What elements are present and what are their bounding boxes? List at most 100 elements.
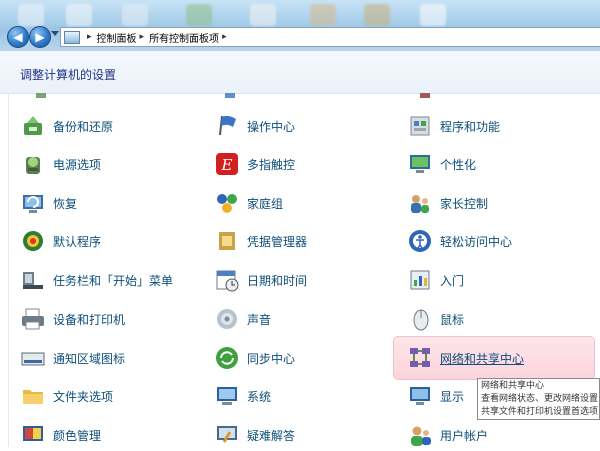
item-power-options[interactable]: 电源选项 (20, 149, 101, 179)
item-ease-of-access[interactable]: 轻松访问中心 (407, 226, 512, 256)
breadcrumb-all-items[interactable]: 所有控制面板项 (149, 30, 219, 45)
homegroup-icon (214, 190, 240, 216)
breadcrumb-separator-icon[interactable]: ▸ (222, 32, 227, 42)
notification-icon (20, 345, 46, 371)
item-sound[interactable]: 声音 (214, 304, 271, 334)
tooltip-title: 网络和共享中心 (481, 381, 545, 391)
item-label: 颜色管理 (53, 428, 102, 443)
item-folder-options[interactable]: 文件夹选项 (20, 381, 113, 411)
speaker-icon (214, 306, 240, 332)
item-notification-area-icons[interactable]: 通知区域图标 (20, 343, 125, 373)
item-label: 凭据管理器 (247, 234, 308, 249)
history-dropdown-icon[interactable] (51, 31, 59, 36)
partial-item-icon (36, 93, 46, 98)
item-backup-restore[interactable]: 备份和还原 (20, 111, 113, 141)
partial-item-icon (420, 93, 430, 98)
item-color-management[interactable]: 颜色管理 (20, 420, 101, 450)
calendar-icon (214, 267, 240, 293)
default-programs-icon (20, 228, 46, 254)
flag-icon (214, 113, 240, 139)
left-divider (8, 93, 9, 447)
item-tooltip: 网络和共享中心 查看网络状态、更改网络设置 共享文件和打印机设置首选项 (477, 378, 600, 420)
item-credential-manager[interactable]: 凭据管理器 (214, 226, 307, 256)
svg-text:E: E (221, 156, 233, 174)
item-label: 系统 (247, 389, 272, 404)
item-parental-controls[interactable]: 家长控制 (407, 188, 488, 218)
credential-icon (214, 228, 240, 254)
sync-icon (214, 345, 240, 371)
item-label: 显示 (440, 389, 465, 404)
item-recovery[interactable]: 恢复 (20, 188, 77, 218)
display-icon (407, 383, 433, 409)
mouse-icon (407, 306, 433, 332)
tooltip-line: 查看网络状态、更改网络设置 (481, 394, 599, 404)
item-label: 疑难解答 (247, 428, 296, 443)
item-label: 家庭组 (247, 196, 284, 211)
forward-arrow-icon: ▶ (35, 30, 45, 44)
network-icon (407, 345, 433, 371)
item-label: 多指触控 (247, 157, 296, 172)
item-label: 鼠标 (440, 312, 465, 327)
item-label: 任务栏和「开始」菜单 (53, 273, 174, 288)
item-label: 恢复 (53, 196, 78, 211)
item-label: 日期和时间 (247, 273, 308, 288)
user-accounts-icon (407, 422, 433, 448)
troubleshoot-icon (214, 422, 240, 448)
back-button[interactable]: ◀ (7, 26, 29, 48)
item-homegroup[interactable]: 家庭组 (214, 188, 283, 218)
item-default-programs[interactable]: 默认程序 (20, 226, 101, 256)
item-mouse[interactable]: 鼠标 (407, 304, 464, 334)
item-label: 操作中心 (247, 119, 296, 134)
item-programs-features[interactable]: 程序和功能 (407, 111, 500, 141)
touch-icon: E (214, 151, 240, 177)
getting-started-icon (407, 267, 433, 293)
item-label: 程序和功能 (440, 119, 501, 134)
folder-icon (20, 383, 46, 409)
tooltip-line: 共享文件和打印机设置首选项 (481, 407, 599, 417)
breadcrumb-separator-icon[interactable]: ▸ (140, 32, 145, 42)
item-label: 通知区域图标 (53, 351, 126, 366)
system-icon (214, 383, 240, 409)
item-label: 电源选项 (53, 157, 102, 172)
color-icon (20, 422, 46, 448)
item-action-center[interactable]: 操作中心 (214, 111, 295, 141)
item-label: 设备和打印机 (53, 312, 126, 327)
content-header: 调整计算机的设置 (0, 51, 600, 94)
back-arrow-icon: ◀ (13, 30, 23, 44)
parental-icon (407, 190, 433, 216)
item-personalization[interactable]: 个性化 (407, 149, 476, 179)
item-label: 轻松访问中心 (440, 234, 513, 249)
item-user-accounts[interactable]: 用户帐户 (407, 420, 488, 450)
window-titlebar: ◀ ▶ ▸ 控制面板 ▸ 所有控制面板项 ▸ (0, 0, 600, 51)
control-panel-icon (64, 30, 80, 44)
power-icon (20, 151, 46, 177)
breadcrumb-control-panel[interactable]: 控制面板 (97, 30, 137, 45)
item-label: 家长控制 (440, 196, 489, 211)
taskbar-icon (20, 267, 46, 293)
item-taskbar-start[interactable]: 任务栏和「开始」菜单 (20, 265, 173, 295)
item-network-sharing-center[interactable]: 网络和共享中心 (407, 343, 524, 373)
backup-icon (20, 113, 46, 139)
item-getting-started[interactable]: 入门 (407, 265, 464, 295)
ease-of-access-icon (407, 228, 433, 254)
item-display[interactable]: 显示 (407, 381, 464, 411)
item-devices-printers[interactable]: 设备和打印机 (20, 304, 125, 334)
printer-icon (20, 306, 46, 332)
page-title: 调整计算机的设置 (20, 68, 117, 82)
item-troubleshooting[interactable]: 疑难解答 (214, 420, 295, 450)
programs-icon (407, 113, 433, 139)
partial-item-icon (225, 93, 235, 98)
item-label: 声音 (247, 312, 272, 327)
item-label: 个性化 (440, 157, 477, 172)
item-sync-center[interactable]: 同步中心 (214, 343, 295, 373)
item-label: 用户帐户 (440, 428, 489, 443)
breadcrumb-separator-icon[interactable]: ▸ (87, 32, 92, 42)
recovery-icon (20, 190, 46, 216)
item-label: 备份和还原 (53, 119, 114, 134)
address-bar[interactable]: ▸ 控制面板 ▸ 所有控制面板项 ▸ (60, 27, 600, 47)
forward-button[interactable]: ▶ (29, 26, 51, 48)
item-label: 网络和共享中心 (440, 351, 525, 366)
item-system[interactable]: 系统 (214, 381, 271, 411)
item-multi-touch[interactable]: E 多指触控 (214, 149, 295, 179)
item-date-time[interactable]: 日期和时间 (214, 265, 307, 295)
